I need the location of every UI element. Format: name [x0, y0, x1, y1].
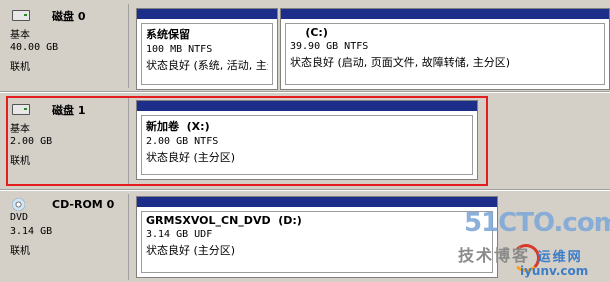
volume-size: 3.14 GB UDF [146, 229, 213, 240]
volume-bar [137, 101, 477, 111]
volume-box: (C:) 39.90 GB NTFS 状态良好 (启动, 页面文件, 故障转储,… [285, 23, 605, 85]
volume-size: 100 MB NTFS [146, 44, 213, 55]
disk-state: 联机 [10, 246, 30, 257]
volume-title: GRMSXVOL_CN_DVD (D:) [146, 214, 302, 227]
cdrom-0-info[interactable]: CD-ROM 0 DVD 3.14 GB 联机 [4, 194, 129, 280]
disk-type: 基本 [10, 30, 30, 41]
disk-name: CD-ROM 0 [52, 198, 115, 211]
disk-name: 磁盘 1 [52, 104, 86, 117]
volume-x[interactable]: 新加卷 (X:) 2.00 GB NTFS 状态良好 (主分区) [136, 100, 478, 180]
volume-status: 状态良好 (系统, 活动, 主分区) [146, 59, 268, 72]
watermark-subtitle: 技术博客 运维网 [458, 246, 583, 265]
watermark: 51CTO.com 技术博客 运维网 iyunv.com [454, 206, 610, 278]
disk-state: 联机 [10, 62, 30, 73]
volume-d[interactable]: GRMSXVOL_CN_DVD (D:) 3.14 GB UDF 状态良好 (主… [136, 196, 498, 278]
volume-title: (C:) [290, 26, 328, 39]
volume-box: 系统保留 100 MB NTFS 状态良好 (系统, 活动, 主分区) [141, 23, 273, 85]
disk-1-info[interactable]: 磁盘 1 基本 2.00 GB 联机 [4, 98, 129, 184]
hard-disk-icon [12, 104, 30, 115]
volume-system-reserved[interactable]: 系统保留 100 MB NTFS 状态良好 (系统, 活动, 主分区) [136, 8, 278, 90]
row-divider [0, 92, 610, 93]
volume-bar [137, 197, 497, 207]
volume-bar [281, 9, 609, 19]
volume-size: 2.00 GB NTFS [146, 136, 219, 147]
volume-size: 39.90 GB NTFS [290, 41, 369, 52]
volume-box: 新加卷 (X:) 2.00 GB NTFS 状态良好 (主分区) [141, 115, 473, 175]
cd-rom-icon [12, 198, 25, 211]
volume-box: GRMSXVOL_CN_DVD (D:) 3.14 GB UDF 状态良好 (主… [141, 211, 493, 273]
disk-row-1: 磁盘 1 基本 2.00 GB 联机 新加卷 (X:) 2.00 GB NTFS… [0, 94, 610, 190]
volume-title: 系统保留 [146, 28, 190, 41]
hard-disk-icon [12, 10, 30, 21]
disk-type: 基本 [10, 124, 30, 135]
volume-status: 状态良好 (主分区) [146, 151, 236, 164]
volume-bar [137, 9, 277, 19]
volume-status: 状态良好 (启动, 页面文件, 故障转储, 主分区) [290, 56, 511, 69]
disk-size: 3.14 GB [10, 226, 53, 237]
volume-status: 状态良好 (主分区) [146, 244, 236, 257]
watermark-site: iyunv.com [520, 264, 589, 278]
volume-title: 新加卷 (X:) [146, 120, 210, 133]
disk-management-view: { "disks": [ { "name": "磁盘 0", "type": "… [0, 0, 610, 282]
disk-size: 40.00 GB [10, 42, 59, 53]
disk-state: 联机 [10, 156, 30, 167]
disk-type: DVD [10, 212, 29, 223]
row-divider [0, 190, 610, 191]
disk-0-info[interactable]: 磁盘 0 基本 40.00 GB 联机 [4, 4, 129, 88]
watermark-logo-text: 51CTO.com [464, 208, 610, 238]
disk-size: 2.00 GB [10, 136, 53, 147]
disk-name: 磁盘 0 [52, 10, 86, 23]
volume-c[interactable]: (C:) 39.90 GB NTFS 状态良好 (启动, 页面文件, 故障转储,… [280, 8, 610, 90]
disk-row-0: 磁盘 0 基本 40.00 GB 联机 系统保留 100 MB NTFS 状态良… [0, 0, 610, 92]
